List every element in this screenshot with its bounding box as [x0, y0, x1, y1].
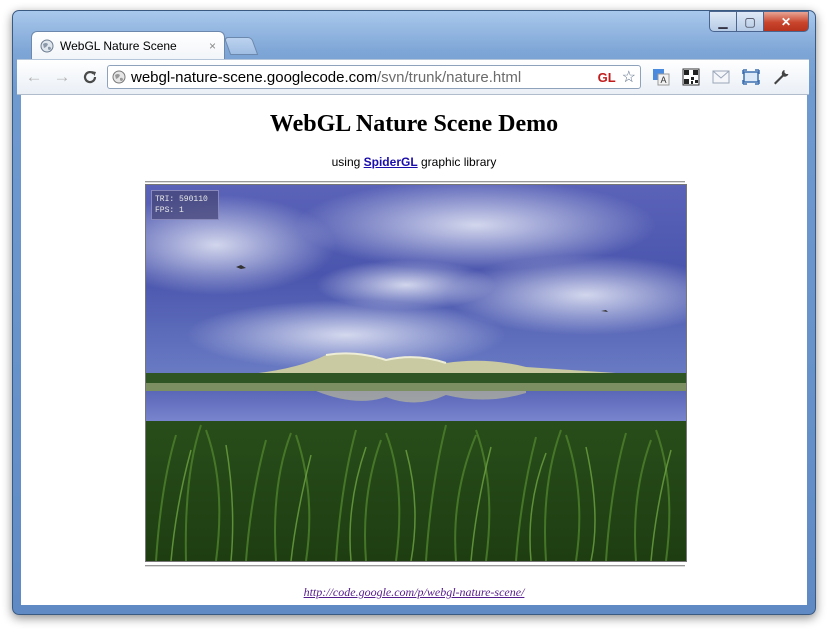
- page-subtitle: using SpiderGL graphic library: [21, 155, 807, 169]
- url-path: /svn/trunk/nature.html: [376, 68, 522, 86]
- minimize-icon: ▁: [718, 14, 728, 29]
- qr-code-icon: [682, 68, 700, 86]
- browser-toolbar: ← → webgl-nature-scene.googlecode.com/sv…: [17, 59, 809, 95]
- tab-close-icon[interactable]: ×: [209, 39, 216, 53]
- back-button[interactable]: ←: [23, 66, 45, 88]
- forward-icon: →: [53, 67, 71, 86]
- mail-icon: [712, 70, 730, 84]
- nature-scene-render: [146, 185, 686, 561]
- svg-text:A: A: [661, 75, 667, 85]
- translate-extension-icon[interactable]: A: [651, 67, 671, 87]
- close-window-button[interactable]: ✕: [764, 11, 809, 32]
- globe-icon: [112, 70, 126, 84]
- minimize-button[interactable]: ▁: [709, 11, 737, 32]
- tab-webgl-nature-scene[interactable]: WebGL Nature Scene ×: [31, 31, 225, 59]
- wrench-menu-button[interactable]: [771, 67, 791, 87]
- divider-bottom: [145, 565, 685, 567]
- gl-badge-icon[interactable]: GL: [598, 70, 616, 85]
- project-link[interactable]: http://code.google.com/p/webgl-nature-sc…: [21, 585, 807, 600]
- page-content: WebGL Nature Scene Demo using SpiderGL g…: [21, 95, 807, 605]
- close-icon: ✕: [780, 14, 792, 29]
- maximize-icon: ▢: [744, 14, 756, 29]
- mail-extension-icon[interactable]: [711, 67, 731, 87]
- bookmark-star-icon[interactable]: ☆: [622, 67, 636, 87]
- wrench-icon: [774, 70, 789, 85]
- fullscreen-icon: [742, 69, 760, 85]
- window-controls: ▁ ▢ ✕: [709, 11, 809, 32]
- browser-window: ▁ ▢ ✕ WebGL Nature Scene × ← → webgl-nat…: [12, 10, 816, 615]
- globe-icon: [40, 39, 54, 52]
- url-text[interactable]: webgl-nature-scene.googlecode.com/svn/tr…: [131, 69, 598, 86]
- address-bar[interactable]: webgl-nature-scene.googlecode.com/svn/tr…: [107, 65, 641, 89]
- spidergl-link[interactable]: SpiderGL: [364, 155, 418, 169]
- triangle-count: TRI: 590110: [155, 195, 208, 204]
- forward-button[interactable]: →: [51, 66, 73, 88]
- qr-code-extension-icon[interactable]: [681, 67, 701, 87]
- url-host: webgl-nature-scene.googlecode.com: [131, 68, 377, 86]
- back-icon: ←: [25, 67, 43, 86]
- fullscreen-extension-icon[interactable]: [741, 67, 761, 87]
- new-tab-button[interactable]: [223, 37, 259, 55]
- reload-icon: [83, 70, 97, 84]
- maximize-button[interactable]: ▢: [737, 11, 764, 32]
- stats-overlay: TRI: 590110 FPS: 1: [151, 190, 219, 220]
- subtitle-suffix: graphic library: [421, 155, 497, 169]
- tab-title: WebGL Nature Scene: [60, 38, 177, 53]
- fps-counter: FPS: 1: [155, 206, 184, 215]
- reload-button[interactable]: [79, 66, 101, 88]
- subtitle-prefix: using: [331, 155, 361, 169]
- translate-icon: A: [653, 69, 670, 86]
- page-title: WebGL Nature Scene Demo: [269, 111, 559, 137]
- webgl-canvas[interactable]: TRI: 590110 FPS: 1: [145, 184, 687, 562]
- divider-top: [145, 181, 685, 183]
